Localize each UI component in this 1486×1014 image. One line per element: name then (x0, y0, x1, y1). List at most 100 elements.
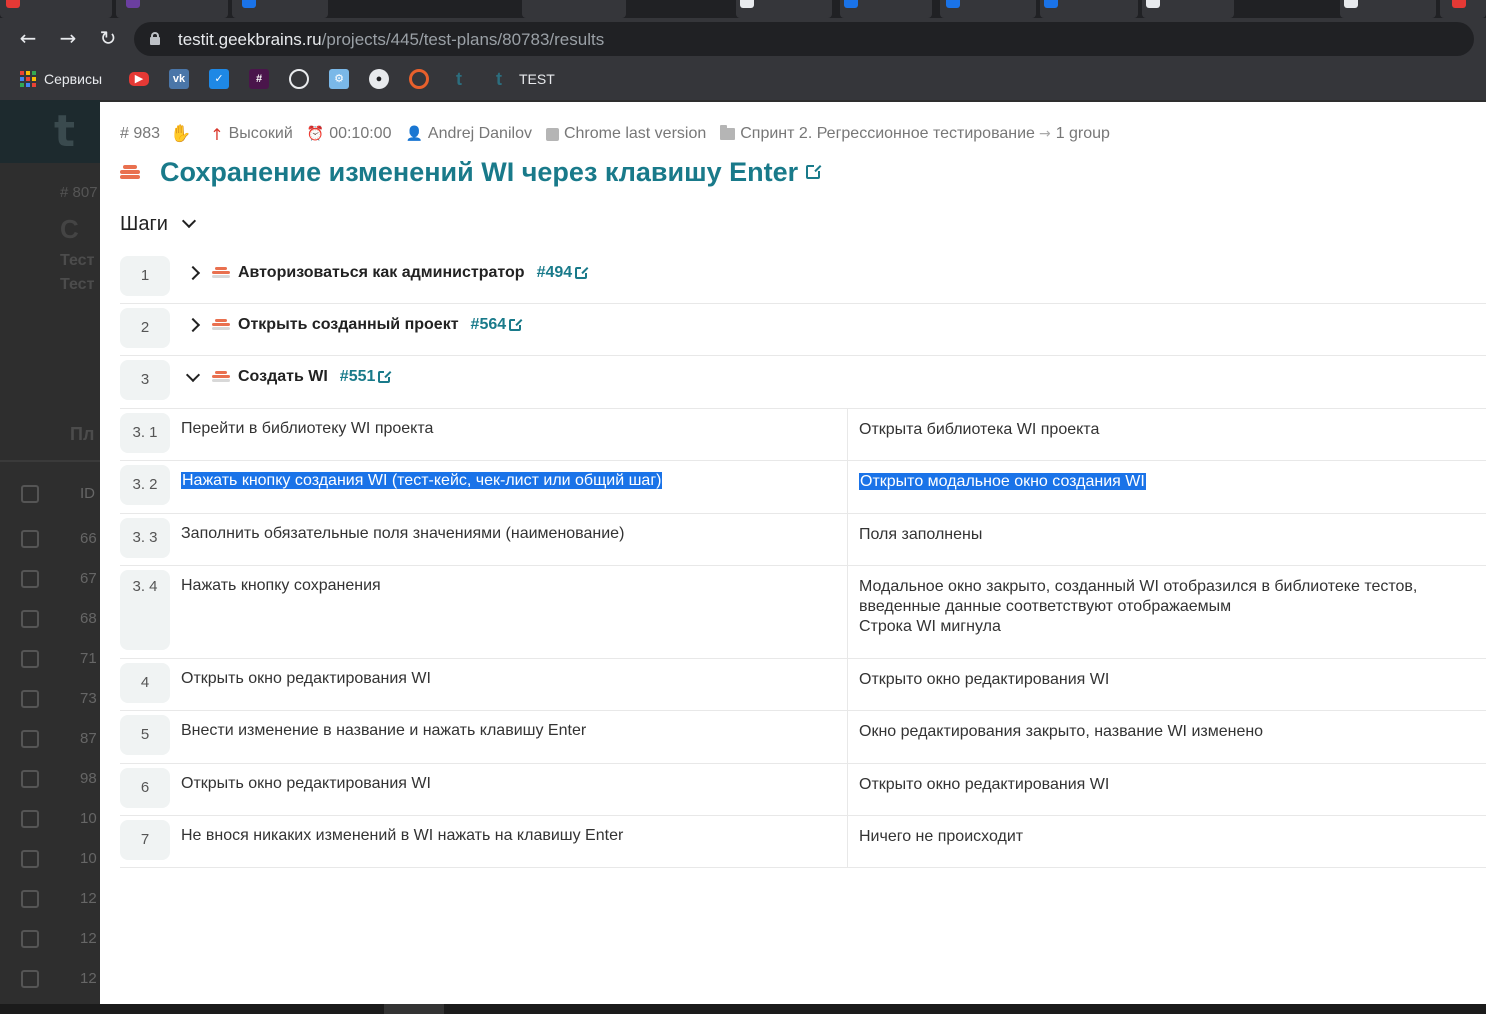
expected-line: Строка WI мигнула (859, 618, 1001, 635)
checkbox[interactable] (21, 690, 39, 708)
step-action: Заполнить обязательные поля значениями (… (181, 525, 625, 542)
substep-row: 3. 1 Перейти в библиотеку WI проекта Отк… (120, 409, 1486, 461)
testit-logo-icon: t (496, 69, 502, 89)
folder-icon (720, 125, 736, 140)
checkbox[interactable] (21, 890, 39, 908)
jira-icon (242, 0, 256, 8)
step-action: Нажать кнопку сохранения (181, 577, 381, 594)
step-title: Авторизоваться как администратор (238, 264, 525, 281)
browser-tab[interactable] (1340, 0, 1436, 18)
bookmark-jira[interactable]: ⚙ (329, 69, 349, 89)
lock-icon[interactable] (150, 32, 160, 45)
step-action: Открыть окно редактирования WI (181, 670, 431, 687)
openai-icon (289, 69, 309, 89)
checkbox[interactable] (21, 930, 39, 948)
bookmark-slack[interactable]: # (249, 69, 269, 89)
bookmark-openai[interactable] (289, 69, 309, 89)
browser-tab[interactable] (736, 0, 832, 18)
checkbox[interactable] (21, 770, 39, 788)
horizontal-scrollbar[interactable] (0, 1004, 1486, 1014)
checkbox[interactable] (21, 485, 39, 503)
collapse-toggle[interactable] (185, 367, 201, 384)
bookmark-test-label: TEST (519, 71, 555, 87)
bookmark-target[interactable] (409, 69, 429, 89)
browser-tab[interactable] (0, 0, 112, 18)
bg-row-id: 73 (80, 690, 97, 707)
browser-tab[interactable] (232, 0, 328, 18)
reload-icon[interactable]: ↻ (96, 26, 120, 50)
address-bar[interactable]: testit.geekbrains.ru/projects/445/test-p… (134, 22, 1474, 56)
checkbox[interactable] (21, 570, 39, 588)
browser-tab[interactable] (940, 0, 1036, 18)
back-arrow-icon[interactable]: ← (16, 26, 40, 50)
browser-tab[interactable] (1040, 0, 1138, 18)
bg-row-id: 10 (80, 810, 97, 827)
external-link-icon[interactable] (806, 164, 822, 179)
configuration: Chrome last version (545, 125, 707, 143)
step-number: 3. 2 (120, 465, 170, 505)
shared-step-id: #551 (339, 368, 376, 385)
step-action: Не внося никаких изменений в WI нажать н… (181, 827, 624, 844)
shared-step-link[interactable]: #564 (471, 316, 523, 334)
shared-step-icon (212, 267, 230, 279)
step-expected: Модальное окно закрыто, созданный WI ото… (859, 577, 1417, 637)
scrollbar-thumb[interactable] (384, 1004, 444, 1014)
checkbox[interactable] (21, 970, 39, 988)
duration-text: 00:10:00 (329, 125, 392, 142)
checkbox[interactable] (21, 810, 39, 828)
shared-step-link[interactable]: #494 (536, 264, 589, 282)
bookmark-github[interactable]: ● (369, 69, 389, 89)
step-number: 3. 3 (120, 518, 170, 558)
checkbox[interactable] (21, 650, 39, 668)
steps-list: 1 Авторизоваться как администратор #494 … (120, 252, 1486, 868)
browser-tab-active[interactable] (522, 0, 626, 18)
youtube-icon: ▶ (129, 72, 149, 86)
column-divider (847, 566, 848, 659)
steps-section-title: Шаги (120, 212, 168, 235)
doc-icon (1344, 0, 1358, 8)
expected-line: Модальное окно закрыто, созданный WI ото… (859, 578, 1418, 595)
title-row: Сохранение изменений WI через клавишу En… (120, 154, 822, 190)
page-title: Сохранение изменений WI через клавишу En… (160, 156, 799, 187)
priority-text: Высокий (228, 125, 293, 142)
bookmark-vk[interactable]: vk (169, 69, 189, 89)
test-case-panel: # 983 ✋ ↑ Высокий ⏰ 00:10:00 👤 Andrej Danilo… (100, 102, 1486, 1004)
checkbox[interactable] (21, 850, 39, 868)
jira-icon (946, 0, 960, 8)
forward-arrow-icon[interactable]: → (56, 26, 80, 50)
target-icon (409, 69, 429, 89)
bg-row-id: 12 (80, 930, 97, 947)
bg-row-id: 67 (80, 570, 97, 587)
column-divider (847, 461, 848, 514)
configuration-text: Chrome last version (563, 125, 707, 142)
checkbox[interactable] (21, 730, 39, 748)
browser-tab[interactable] (116, 0, 228, 18)
shared-step-id: #494 (536, 264, 573, 281)
chevron-down-icon (185, 367, 201, 382)
substep-row: 3. 3 Заполнить обязательные поля значени… (120, 514, 1486, 566)
bookmark-youtube[interactable]: ▶ (129, 69, 149, 89)
subsection-text: 1 group (1055, 125, 1110, 142)
expand-toggle[interactable] (185, 317, 201, 333)
bookmark-tasks[interactable]: ✓ (209, 69, 229, 89)
step-row: 3 Создать WI #551 (120, 356, 1486, 409)
bg-row-id: 68 (80, 610, 97, 627)
checkbox[interactable] (21, 610, 39, 628)
step-row: 1 Авторизоваться как администратор #494 (120, 252, 1486, 304)
step-number: 3. 4 (120, 570, 170, 650)
checkbox[interactable] (21, 530, 39, 548)
bookmarks-bar: Сервисы ▶ vk ✓ # ⚙ ● t t TEST (0, 58, 1486, 100)
steps-section-toggle[interactable]: Шаги (120, 210, 196, 238)
chevron-down-icon[interactable] (181, 213, 196, 229)
shared-step-icon (212, 371, 230, 383)
bookmark-testit-2[interactable]: t TEST (489, 69, 555, 89)
youtube-icon (6, 0, 20, 8)
bookmark-apps[interactable]: Сервисы (20, 69, 102, 89)
bookmark-testit-1[interactable]: t (449, 69, 469, 89)
browser-tab[interactable] (1440, 0, 1486, 18)
expand-toggle[interactable] (185, 265, 201, 281)
url-text[interactable]: testit.geekbrains.ru/projects/445/test-p… (178, 30, 604, 50)
browser-tab[interactable] (1142, 0, 1234, 18)
shared-step-link[interactable]: #551 (339, 368, 392, 386)
browser-tab[interactable] (840, 0, 932, 18)
